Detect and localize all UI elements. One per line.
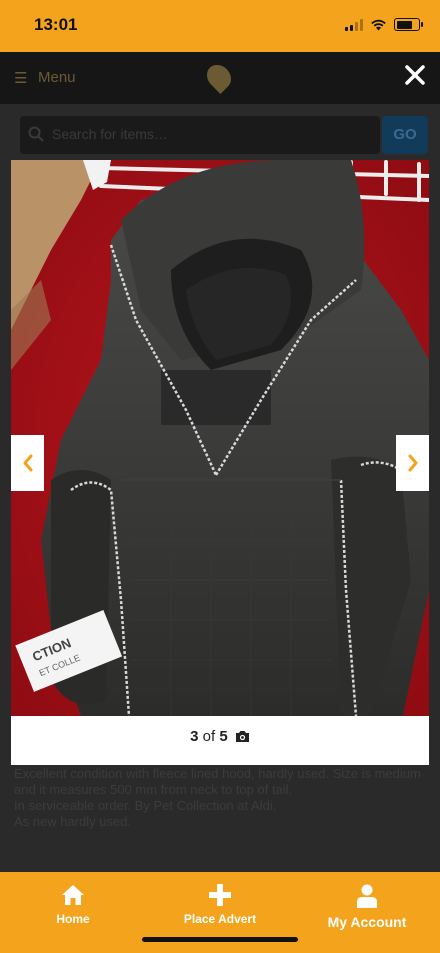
description-line: As new hardly used.	[14, 814, 132, 829]
go-button[interactable]: GO	[382, 116, 428, 154]
close-button[interactable]	[400, 62, 430, 92]
search-icon	[28, 126, 44, 142]
photo-illustration: CTION ET COLLE	[11, 160, 429, 716]
counter-of: of	[202, 728, 216, 745]
menu-label[interactable]: Menu	[38, 69, 76, 86]
chevron-left-icon	[23, 454, 32, 472]
signal-icon	[345, 18, 363, 31]
item-description: Excellent condition with fleece lined ho…	[14, 766, 424, 830]
home-icon	[62, 885, 84, 905]
site-header: ☰ Menu	[0, 52, 440, 104]
current-image-index: 3	[190, 728, 199, 745]
description-line: Excellent condition with fleece lined ho…	[14, 766, 421, 797]
description-line: In serviceable order. By Pet Collection …	[14, 798, 277, 813]
nav-place-advert[interactable]: Place Advert	[170, 884, 270, 926]
listing-photo[interactable]: CTION ET COLLE	[11, 160, 429, 716]
battery-icon	[394, 18, 423, 31]
home-indicator	[142, 937, 298, 942]
chevron-right-icon	[408, 454, 417, 472]
logo-icon[interactable]	[202, 60, 236, 94]
menu-icon[interactable]: ☰	[14, 69, 27, 87]
status-time: 13:01	[34, 15, 78, 34]
nav-home-label: Home	[56, 912, 90, 926]
nav-place-advert-label: Place Advert	[183, 912, 257, 926]
battery-level	[396, 20, 413, 29]
user-icon	[357, 884, 377, 908]
image-lightbox: CTION ET COLLE 3 of 5	[11, 160, 429, 765]
total-images: 5	[219, 728, 228, 745]
camera-icon	[235, 731, 249, 742]
wifi-icon	[371, 19, 386, 31]
nav-home[interactable]: Home	[44, 884, 102, 926]
nav-my-account[interactable]: My Account	[318, 884, 416, 930]
status-bar: 13:01	[0, 0, 440, 52]
image-counter: 3 of 5	[11, 728, 429, 745]
search-placeholder: Search for items…	[52, 126, 168, 142]
plus-icon	[209, 884, 231, 906]
next-image-button[interactable]	[396, 435, 429, 491]
status-icons	[345, 18, 423, 31]
previous-image-button[interactable]	[11, 435, 44, 491]
nav-my-account-label: My Account	[327, 914, 407, 930]
close-icon	[405, 65, 425, 85]
